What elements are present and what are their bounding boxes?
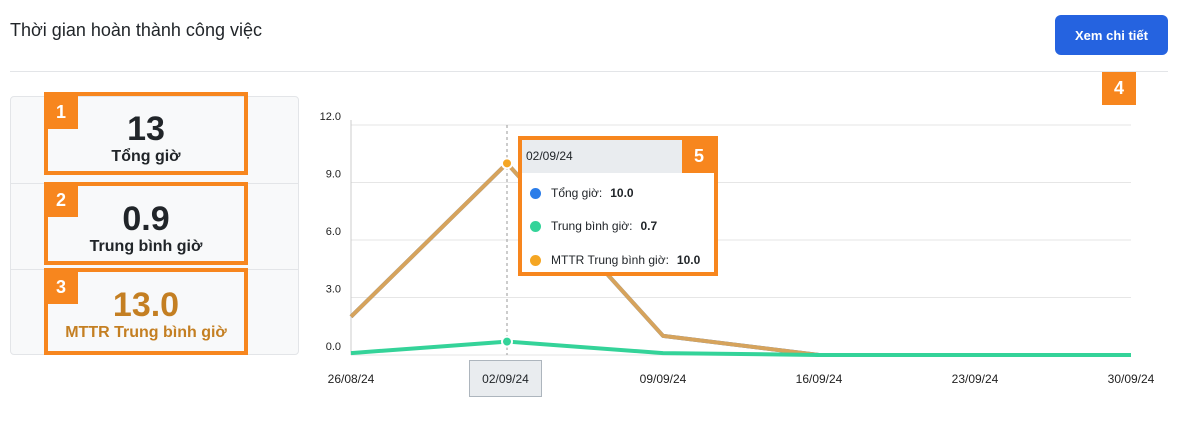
header-divider (10, 71, 1168, 72)
x-tick-label: 30/09/24 (1108, 372, 1155, 386)
series-line (349, 161, 1131, 357)
annotation-badge-5: 5 (682, 139, 716, 173)
annotation-badge-1: 1 (44, 95, 78, 129)
annotation-badge-2: 2 (44, 183, 78, 217)
y-tick-label: 3.0 (326, 284, 341, 296)
y-tick-label: 6.0 (326, 226, 341, 238)
tooltip-row: Tổng giờ: 10.0 (530, 186, 634, 200)
tooltip-value: 0.7 (640, 219, 658, 233)
tooltip-value: 10.0 (610, 186, 634, 200)
tooltip-value: 10.0 (676, 253, 701, 267)
tooltip-label: MTTR Trung bình giờ: (551, 253, 669, 267)
hover-point (501, 157, 513, 170)
series-line (349, 161, 1131, 357)
page-title: Thời gian hoàn thành công việc (10, 20, 262, 40)
y-tick-label: 12.0 (320, 111, 341, 123)
series-dot (530, 220, 541, 232)
stat-label: Tổng giờ (111, 148, 181, 165)
x-tick-label: 23/09/24 (952, 372, 999, 386)
y-tick-label: 9.0 (326, 169, 341, 181)
series-dot (530, 254, 541, 266)
hover-point (501, 335, 513, 348)
view-details-button[interactable]: Xem chi tiết (1055, 15, 1168, 55)
tooltip-row: Trung bình giờ: 0.7 (530, 219, 657, 233)
tooltip-row: MTTR Trung bình giờ: 10.0 (530, 253, 700, 267)
x-tick-label: 26/08/24 (328, 372, 375, 386)
y-tick-label: 0.0 (326, 341, 341, 353)
line-chart: 0.03.06.09.012.026/08/2402/09/2409/09/24… (320, 111, 1155, 386)
stat-label: Trung bình giờ (89, 238, 203, 255)
x-tick-label: 16/09/24 (796, 372, 843, 386)
annotation-badge-3: 3 (44, 270, 78, 304)
tooltip-label: Trung bình giờ: (551, 219, 633, 233)
tooltip-label: Tổng giờ: (551, 186, 603, 200)
hover-x-label: 02/09/24 (469, 360, 542, 397)
stat-label: MTTR Trung bình giờ (65, 324, 227, 341)
x-tick-label: 09/09/24 (640, 372, 687, 386)
series-dot (530, 187, 541, 199)
